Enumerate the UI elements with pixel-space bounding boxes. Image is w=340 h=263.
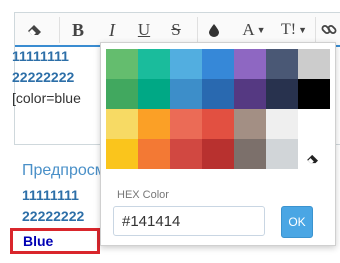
- color-swatch[interactable]: [202, 79, 234, 109]
- color-swatch[interactable]: [234, 139, 266, 169]
- color-swatch[interactable]: [138, 139, 170, 169]
- color-swatch[interactable]: [202, 109, 234, 139]
- color-swatch[interactable]: [138, 49, 170, 79]
- color-swatch[interactable]: [138, 109, 170, 139]
- color-swatch[interactable]: [106, 49, 138, 79]
- caret-down-icon: ▼: [256, 25, 266, 35]
- color-swatch[interactable]: [170, 109, 202, 139]
- hex-color-label: HEX Color: [117, 189, 169, 201]
- italic-button[interactable]: I: [101, 17, 123, 43]
- font-size-button[interactable]: T! ▼: [277, 17, 311, 43]
- editor-line: 22222222: [12, 69, 75, 85]
- text-color-button[interactable]: [203, 17, 225, 43]
- font-family-button[interactable]: A ▼: [239, 17, 269, 43]
- underline-button[interactable]: U: [133, 17, 155, 43]
- color-swatch[interactable]: [266, 139, 298, 169]
- color-swatch[interactable]: [234, 79, 266, 109]
- color-swatch[interactable]: [170, 79, 202, 109]
- preview-title: Предпросм: [22, 162, 106, 179]
- preview-line: 11111111: [22, 187, 79, 203]
- color-swatch[interactable]: [234, 49, 266, 79]
- eraser-icon[interactable]: [23, 17, 47, 43]
- editor-line: [color=blue: [12, 90, 81, 106]
- font-size-label: T!: [280, 21, 297, 38]
- hex-color-input[interactable]: [113, 206, 265, 236]
- color-swatch[interactable]: [266, 109, 298, 139]
- editor-line: 11111111: [12, 48, 69, 64]
- color-swatch[interactable]: [298, 79, 330, 109]
- color-swatch[interactable]: [170, 49, 202, 79]
- remove-color-icon[interactable]: [306, 153, 320, 167]
- color-swatch[interactable]: [266, 49, 298, 79]
- font-button-label: A: [242, 20, 255, 39]
- color-swatch[interactable]: [202, 139, 234, 169]
- color-swatch[interactable]: [266, 79, 298, 109]
- link-icon: [321, 25, 337, 34]
- preview-line: 22222222: [22, 208, 85, 224]
- color-swatch[interactable]: [298, 49, 330, 79]
- preview-blue-text: Blue: [10, 228, 100, 254]
- bold-button[interactable]: B: [67, 17, 89, 43]
- color-swatch[interactable]: [138, 79, 170, 109]
- color-swatch[interactable]: [106, 139, 138, 169]
- caret-down-icon: ▼: [298, 25, 308, 35]
- color-swatch[interactable]: [106, 109, 138, 139]
- color-swatch[interactable]: [234, 109, 266, 139]
- color-picker-popup: HEX Color OK: [100, 42, 336, 246]
- color-swatch[interactable]: [298, 109, 330, 139]
- editor-content[interactable]: 11111111 22222222 [color=blue: [12, 46, 81, 109]
- ok-button[interactable]: OK: [281, 206, 313, 238]
- link-button[interactable]: [317, 17, 340, 43]
- color-swatch[interactable]: [106, 79, 138, 109]
- color-drop-icon: [209, 24, 219, 37]
- color-swatch[interactable]: [170, 139, 202, 169]
- color-swatch[interactable]: [202, 49, 234, 79]
- strikethrough-button[interactable]: S: [165, 17, 187, 43]
